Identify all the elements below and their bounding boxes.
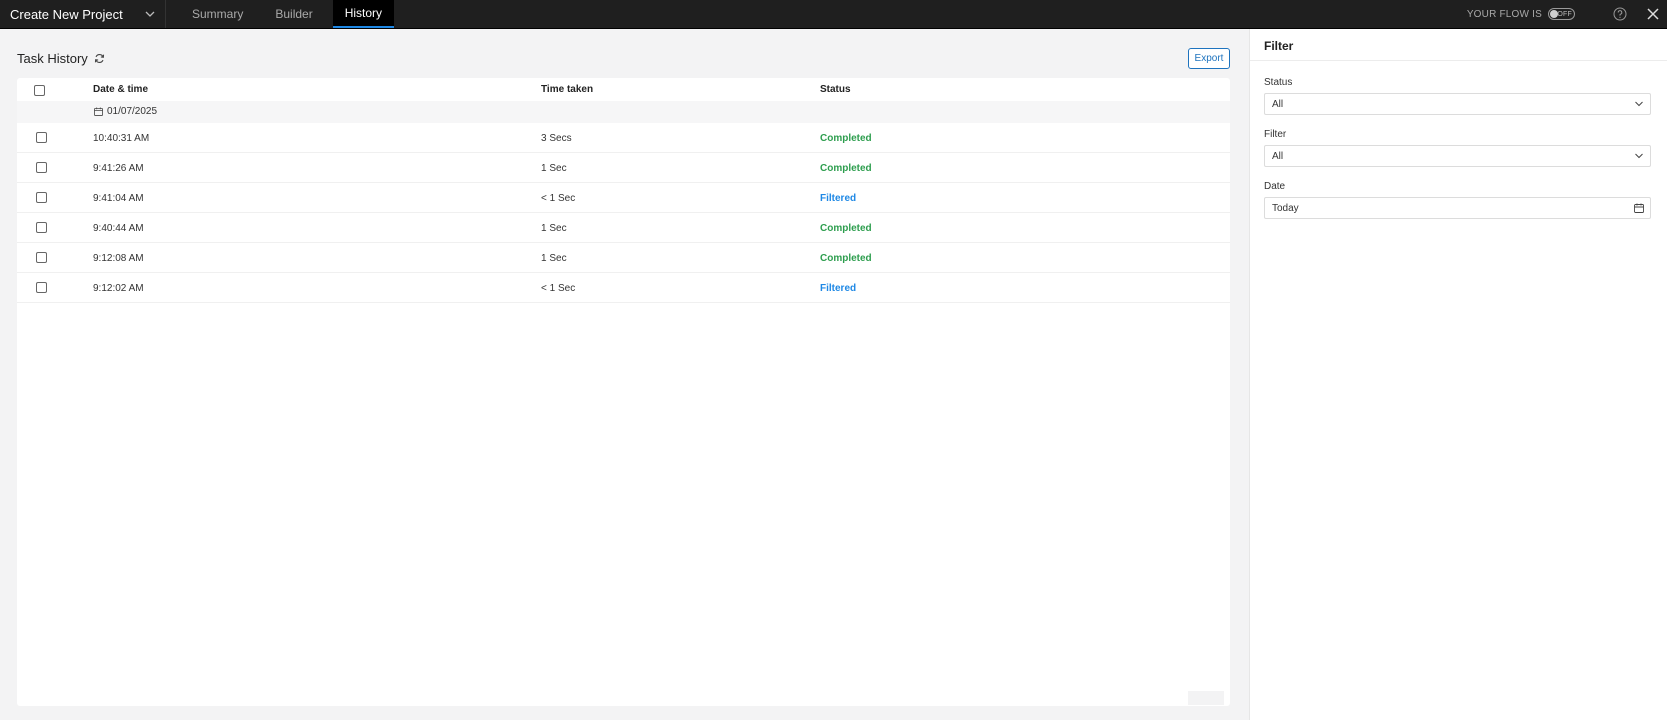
refresh-icon[interactable] — [94, 53, 105, 64]
row-checkbox[interactable] — [36, 282, 47, 293]
header-date: Date & time — [93, 84, 149, 95]
table-row[interactable]: 10:40:31 AM 3 Secs Completed — [17, 123, 1230, 153]
table-row[interactable]: 9:12:02 AM < 1 Sec Filtered — [17, 273, 1230, 303]
row-status: Completed — [820, 253, 872, 264]
export-button[interactable]: Export — [1188, 48, 1230, 69]
flow-label: YOUR FLOW IS — [1466, 8, 1542, 20]
flow-state: OFF — [1557, 10, 1572, 18]
tab-bar: Summary Builder History — [180, 0, 402, 28]
row-checkbox[interactable] — [36, 162, 47, 173]
row-time-taken: < 1 Sec — [541, 193, 576, 204]
row-time: 9:41:04 AM — [93, 193, 144, 204]
chevron-down-icon — [1635, 153, 1643, 159]
header-status: Status — [820, 84, 851, 95]
row-time: 9:12:08 AM — [93, 253, 144, 264]
project-selector[interactable]: Create New Project — [0, 0, 166, 28]
table-header: Date & time Time taken Status — [17, 78, 1230, 101]
flow-toggle[interactable]: OFF — [1548, 8, 1575, 20]
row-time: 9:41:26 AM — [93, 163, 144, 174]
project-name: Create New Project — [10, 6, 123, 22]
page-title: Task History — [17, 51, 105, 66]
task-history-table: Date & time Time taken Status 01/07/2025… — [17, 78, 1230, 706]
row-status: Filtered — [820, 193, 857, 204]
row-checkbox[interactable] — [36, 252, 47, 263]
filter-select[interactable]: All — [1264, 145, 1651, 167]
chevron-down-icon — [145, 11, 155, 17]
row-time-taken: 1 Sec — [541, 253, 567, 264]
divider — [1250, 60, 1667, 61]
chevron-down-icon — [1635, 101, 1643, 107]
calendar-icon — [94, 107, 103, 116]
date-picker-value: Today — [1272, 202, 1299, 214]
calendar-icon[interactable] — [1634, 203, 1644, 213]
tab-history[interactable]: History — [332, 0, 395, 28]
row-status: Completed — [820, 223, 872, 234]
close-icon[interactable] — [1645, 6, 1661, 22]
help-icon[interactable] — [1613, 7, 1627, 21]
group-date: 01/07/2025 — [107, 106, 158, 117]
row-time-taken: 3 Secs — [541, 133, 572, 144]
row-time: 9:12:02 AM — [93, 283, 144, 294]
row-time-taken: 1 Sec — [541, 223, 567, 234]
top-bar: Create New Project Summary Builder Histo… — [0, 0, 1667, 29]
table-row[interactable]: 9:12:08 AM 1 Sec Completed — [17, 243, 1230, 273]
status-select[interactable]: All — [1264, 93, 1651, 115]
status-select-value: All — [1272, 98, 1284, 110]
toggle-knob — [1550, 10, 1558, 18]
row-status: Filtered — [820, 283, 857, 294]
row-status: Completed — [820, 133, 872, 144]
table-row[interactable]: 9:41:04 AM < 1 Sec Filtered — [17, 183, 1230, 213]
pagination-controls[interactable] — [1188, 691, 1224, 705]
row-time: 10:40:31 AM — [93, 133, 150, 144]
row-time-taken: < 1 Sec — [541, 283, 576, 294]
page-title-text: Task History — [17, 51, 88, 66]
tab-builder[interactable]: Builder — [263, 0, 324, 28]
row-checkbox[interactable] — [36, 192, 47, 203]
header-time-taken: Time taken — [541, 84, 594, 95]
row-status: Completed — [820, 163, 872, 174]
date-filter-label: Date — [1264, 181, 1286, 192]
row-checkbox[interactable] — [36, 222, 47, 233]
tab-summary[interactable]: Summary — [180, 0, 255, 28]
date-picker[interactable]: Today — [1264, 197, 1651, 219]
filter-label: Filter — [1264, 129, 1287, 140]
row-checkbox[interactable] — [36, 132, 47, 143]
filter-panel-title: Filter — [1264, 39, 1294, 53]
filter-panel: Filter Status All Filter All Date Today — [1249, 29, 1667, 720]
date-group-header: 01/07/2025 — [17, 101, 1230, 123]
select-all-checkbox[interactable] — [34, 85, 45, 96]
status-filter-label: Status — [1264, 77, 1293, 88]
table-row[interactable]: 9:40:44 AM 1 Sec Completed — [17, 213, 1230, 243]
table-row[interactable]: 9:41:26 AM 1 Sec Completed — [17, 153, 1230, 183]
row-time: 9:40:44 AM — [93, 223, 144, 234]
filter-select-value: All — [1272, 150, 1284, 162]
main-panel: Task History Export Date & time Time tak… — [0, 29, 1249, 720]
row-time-taken: 1 Sec — [541, 163, 567, 174]
flow-status: YOUR FLOW IS OFF — [1467, 0, 1575, 28]
